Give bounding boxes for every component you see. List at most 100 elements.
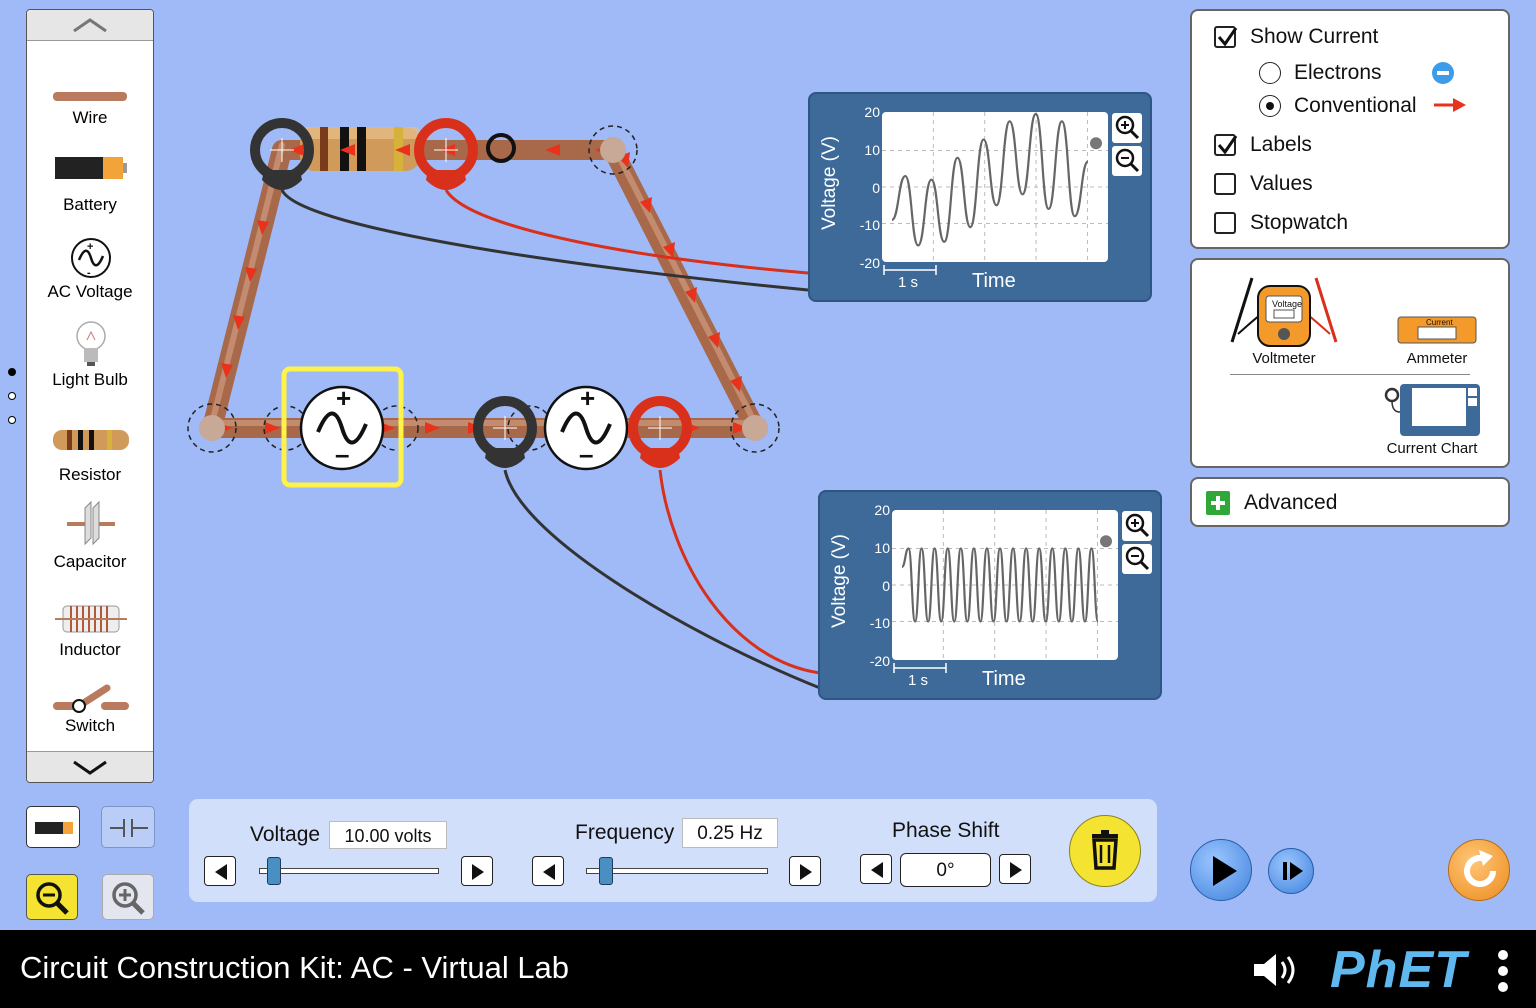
delete-button[interactable] <box>1069 815 1141 887</box>
show-current-label: Show Current <box>1250 25 1379 48</box>
toolbox-label-switch: Switch <box>64 716 116 735</box>
voltage-increment-button[interactable] <box>461 856 493 886</box>
step-forward-button[interactable] <box>1268 848 1314 894</box>
voltage-decrement-button[interactable] <box>204 856 236 886</box>
phase-shift-label: Phase Shift <box>892 819 1000 842</box>
toolbox-scroll-up-button[interactable] <box>27 10 153 41</box>
frequency-slider-track[interactable] <box>586 868 768 874</box>
probe-lead-black-1 <box>280 189 809 292</box>
more-options-icon[interactable] <box>1496 948 1510 994</box>
voltage-chart-1[interactable]: Voltage (V) 20 10 0 -10 -20 1 s Time <box>808 92 1152 302</box>
toolbox-item-light-bulb[interactable]: Light Bulb <box>27 318 153 404</box>
advanced-panel[interactable]: Advanced <box>1190 477 1510 527</box>
toolbox-item-ac-voltage[interactable]: + - AC Voltage <box>27 236 153 322</box>
zoom-out-icon <box>1115 148 1140 173</box>
chart-2-zoom-in-button[interactable] <box>1122 511 1152 541</box>
ammeter-tool[interactable]: Current <box>1396 315 1478 347</box>
stopwatch-label: Stopwatch <box>1250 211 1349 234</box>
navigation-bar: Circuit Construction Kit: AC - Virtual L… <box>0 930 1536 1008</box>
reset-icon <box>1464 850 1496 887</box>
chart-2-zoom-out-button[interactable] <box>1122 544 1152 574</box>
show-current-checkbox[interactable] <box>1214 26 1238 48</box>
probe-lead-black-2 <box>503 469 821 690</box>
chart-1-current-point <box>1090 137 1102 150</box>
electrons-radio[interactable] <box>1259 62 1281 84</box>
toolbox-scroll-down-button[interactable] <box>27 751 153 782</box>
phase-shift-increment-button[interactable] <box>999 854 1031 884</box>
phase-shift-decrement-button[interactable] <box>860 854 892 884</box>
conventional-radio[interactable] <box>1259 95 1281 117</box>
chart-2-plot-area[interactable] <box>892 510 1118 660</box>
advanced-label: Advanced <box>1244 491 1338 514</box>
chart-2-tick-10: 10 <box>874 540 890 556</box>
toolbox-item-inductor[interactable]: Inductor <box>27 600 153 686</box>
ac-source-1[interactable]: + – <box>281 366 404 488</box>
inductor-icon <box>55 605 127 633</box>
zoom-out-button[interactable] <box>26 874 78 920</box>
lifelike-view-button[interactable] <box>26 806 80 848</box>
resistor-icon <box>53 430 129 450</box>
probe-lead-red-1 <box>444 189 809 275</box>
carousel-page-dot-3[interactable] <box>8 416 16 424</box>
sound-icon[interactable] <box>1250 950 1306 990</box>
ammeter-screen-label: Current <box>1426 318 1453 327</box>
sensor-toolbox-panel: Voltage Voltmeter Current Ammeter Curren… <box>1190 258 1510 468</box>
frequency-slider-thumb[interactable] <box>599 857 614 885</box>
reset-all-button[interactable] <box>1448 839 1510 901</box>
chart-1-tick-minus10: -10 <box>859 217 880 233</box>
arrow-right-icon <box>472 864 484 880</box>
stopwatch-checkbox[interactable] <box>1214 212 1236 234</box>
zoom-in-button[interactable] <box>102 874 154 920</box>
svg-text:+: + <box>580 383 595 413</box>
trash-icon <box>1092 830 1118 870</box>
labels-checkbox[interactable] <box>1214 134 1238 156</box>
chart-1-y-axis-label: Voltage (V) <box>819 136 840 230</box>
values-checkbox[interactable] <box>1214 173 1236 195</box>
checkmark-icon <box>1217 27 1238 47</box>
chart-1-tick-0: 0 <box>872 180 880 196</box>
svg-text:–: – <box>579 439 593 469</box>
frequency-increment-button[interactable] <box>789 856 821 886</box>
phet-logo[interactable]: PhET <box>1330 940 1467 1000</box>
voltage-chart-2[interactable]: Voltage (V) 20 10 0 -10 -20 1 s Time <box>818 490 1162 700</box>
conventional-label: Conventional <box>1294 94 1417 117</box>
chart-2-tick-minus10: -10 <box>869 615 890 631</box>
voltage-label: Voltage <box>250 823 321 846</box>
frequency-decrement-button[interactable] <box>532 856 564 886</box>
carousel-page-dot-1[interactable] <box>8 368 16 376</box>
chart-1-zoom-out-button[interactable] <box>1112 146 1142 176</box>
current-chart-label: Current Chart <box>1386 440 1478 457</box>
chart-1-zoom-in-button[interactable] <box>1112 113 1142 143</box>
chart-1-series-line <box>890 112 1090 247</box>
play-button[interactable] <box>1190 839 1252 901</box>
schematic-view-button[interactable] <box>101 806 155 848</box>
svg-text:–: – <box>335 439 349 469</box>
voltage-slider-track[interactable] <box>259 868 439 874</box>
wires[interactable] <box>202 140 765 438</box>
toolbox-item-capacitor[interactable]: Capacitor <box>27 498 153 584</box>
chart-2-current-point <box>1100 535 1112 548</box>
chart-2-tick-20: 20 <box>874 502 890 518</box>
step-forward-icon <box>1283 862 1303 880</box>
voltmeter-tool[interactable]: Voltage <box>1224 270 1344 350</box>
phase-shift-value-display[interactable]: 0° <box>900 853 991 887</box>
current-chart-tool[interactable] <box>1382 382 1482 440</box>
chart-1-x-axis-label: Time <box>972 270 1016 292</box>
wire-icon <box>53 92 127 101</box>
ammeter-label: Ammeter <box>1406 350 1468 367</box>
chart-1-scale-label: 1 s <box>898 274 919 291</box>
toolbox-item-battery[interactable]: Battery <box>27 153 153 239</box>
ac-source-2[interactable]: + – <box>543 383 629 471</box>
voltmeter-icon: Voltage <box>1230 277 1338 347</box>
expand-plus-icon[interactable] <box>1206 491 1230 515</box>
app-title: Circuit Construction Kit: AC - Virtual L… <box>20 950 570 985</box>
chart-2-scale-label: 1 s <box>908 672 929 689</box>
labels-label: Labels <box>1250 133 1312 156</box>
chart-1-tick-10: 10 <box>864 142 880 158</box>
chart-1-plot-area[interactable] <box>882 112 1108 262</box>
chart-2-plot <box>892 510 1118 660</box>
toolbox-label-resistor: Resistor <box>58 465 122 484</box>
voltage-slider-thumb[interactable] <box>267 857 282 885</box>
voltage-value-display: 10.00 volts <box>329 821 447 849</box>
carousel-page-dot-2[interactable] <box>8 392 16 400</box>
